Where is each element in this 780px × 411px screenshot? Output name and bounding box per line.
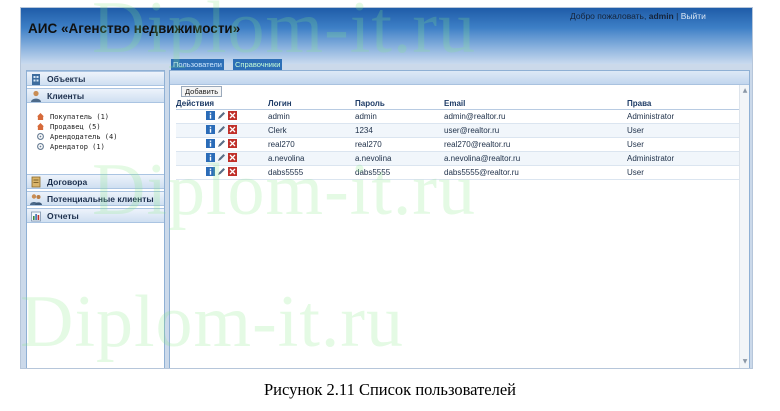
house-icon: [37, 123, 44, 130]
client-category-label: Покупатель (1): [50, 113, 110, 121]
person-icon: [31, 90, 41, 102]
welcome-separator: |: [676, 11, 679, 21]
app-screenshot: АИС «Агенство недвижимости» Добро пожало…: [20, 7, 753, 369]
cell-password: dabs5555: [355, 165, 444, 180]
client-category-label: Арендодатель (4): [50, 133, 118, 141]
edit-pencil-icon[interactable]: [217, 125, 226, 134]
edit-pencil-icon[interactable]: [217, 153, 226, 162]
cell-login: Clerk: [268, 123, 355, 138]
logout-link[interactable]: Выйти: [681, 11, 706, 21]
cell-login: real270: [268, 137, 355, 152]
cell-email: dabs5555@realtor.ru: [444, 165, 627, 180]
cell-login: a.nevolina: [268, 151, 355, 166]
client-category-buyer[interactable]: Покупатель (1): [37, 113, 109, 122]
sidebar-section-reports[interactable]: Отчеты: [27, 208, 164, 223]
app-title: АИС «Агенство недвижимости»: [28, 21, 241, 36]
cell-rights: User: [627, 165, 739, 180]
table-row: real270 real270 real270@realtor.ru User: [176, 137, 739, 152]
table-row: dabs5555 dabs5555 dabs5555@realtor.ru Us…: [176, 165, 739, 180]
table-row: Clerk 1234 user@realtor.ru User: [176, 123, 739, 138]
tab-references[interactable]: Справочники: [233, 59, 283, 70]
scroll-up-arrow-icon[interactable]: ▲: [742, 88, 748, 94]
edit-pencil-icon[interactable]: [217, 167, 226, 176]
delete-icon[interactable]: [228, 125, 237, 134]
app-header: АИС «Агенство недвижимости» Добро пожало…: [21, 8, 752, 64]
cell-password: a.nevolina: [355, 151, 444, 166]
sidebar-section-objects[interactable]: Объекты: [27, 71, 164, 86]
client-category-label: Продавец (5): [50, 123, 101, 131]
table-row: admin admin admin@realtor.ru Administrat…: [176, 109, 739, 124]
info-icon[interactable]: [206, 153, 215, 162]
column-header-password[interactable]: Пароль: [355, 98, 444, 110]
cell-rights: Administrator: [627, 151, 739, 166]
sidebar-section-contracts[interactable]: Договора: [27, 174, 164, 189]
sidebar-section-label: Объекты: [47, 74, 86, 84]
column-header-email[interactable]: Email: [444, 98, 627, 110]
report-icon: [31, 211, 41, 222]
delete-icon[interactable]: [228, 139, 237, 148]
building-icon: [32, 74, 40, 85]
cell-password: admin: [355, 109, 444, 124]
people-icon: [30, 194, 42, 205]
contract-icon: [31, 176, 41, 188]
table-header-row: Действия Логин Пароль Email Права: [176, 98, 739, 110]
info-icon[interactable]: [206, 167, 215, 176]
info-icon[interactable]: [206, 125, 215, 134]
column-header-login[interactable]: Логин: [268, 98, 355, 110]
users-panel: Добавить Действия Логин Пароль Email Пра…: [169, 70, 750, 368]
edit-pencil-icon[interactable]: [217, 139, 226, 148]
tab-users[interactable]: Пользователи: [171, 59, 224, 70]
row-actions: [176, 151, 268, 166]
add-user-button[interactable]: Добавить: [181, 86, 223, 97]
cell-rights: User: [627, 137, 739, 152]
row-actions: [176, 137, 268, 152]
key-icon: [37, 143, 44, 150]
cell-email: user@realtor.ru: [444, 123, 627, 138]
cell-password: real270: [355, 137, 444, 152]
delete-icon[interactable]: [228, 153, 237, 162]
scroll-down-arrow-icon[interactable]: ▼: [742, 359, 748, 365]
client-category-seller[interactable]: Продавец (5): [37, 123, 101, 132]
row-actions: [176, 165, 268, 180]
info-icon[interactable]: [206, 139, 215, 148]
cell-rights: Administrator: [627, 109, 739, 124]
panel-toolbar: [170, 71, 749, 85]
sidebar-section-label: Потенциальные клиенты: [47, 194, 154, 204]
client-category-landlord[interactable]: Арендодатель (4): [37, 133, 117, 142]
cell-login: dabs5555: [268, 165, 355, 180]
key-icon: [37, 133, 44, 140]
users-table: Действия Логин Пароль Email Права admin …: [176, 98, 739, 180]
column-header-rights[interactable]: Права: [627, 98, 739, 110]
sidebar-section-label: Клиенты: [47, 91, 85, 101]
row-actions: [176, 123, 268, 138]
column-header-actions: Действия: [176, 98, 268, 110]
figure-caption: Рисунок 2.11 Список пользователей: [263, 380, 517, 399]
cell-password: 1234: [355, 123, 444, 138]
welcome-bar: Добро пожаловать, admin | Выйти: [570, 11, 706, 21]
table-row: a.nevolina a.nevolina a.nevolina@realtor…: [176, 151, 739, 166]
cell-email: admin@realtor.ru: [444, 109, 627, 124]
sidebar: Объекты Клиенты Покупатель (1) Продавец …: [26, 70, 165, 368]
sidebar-section-label: Отчеты: [47, 211, 79, 221]
username: admin: [648, 11, 674, 21]
vertical-scrollbar[interactable]: ▲ ▼: [739, 85, 749, 368]
cell-rights: User: [627, 123, 739, 138]
cell-login: admin: [268, 109, 355, 124]
cell-email: real270@realtor.ru: [444, 137, 627, 152]
client-category-tenant[interactable]: Арендатор (1): [37, 143, 105, 152]
client-category-label: Арендатор (1): [50, 143, 105, 151]
delete-icon[interactable]: [228, 111, 237, 120]
edit-pencil-icon[interactable]: [217, 111, 226, 120]
row-actions: [176, 109, 268, 124]
sidebar-section-clients[interactable]: Клиенты: [27, 88, 164, 103]
sidebar-section-potential-clients[interactable]: Потенциальные клиенты: [27, 191, 164, 206]
info-icon[interactable]: [206, 111, 215, 120]
delete-icon[interactable]: [228, 167, 237, 176]
house-icon: [37, 113, 44, 120]
sidebar-section-label: Договора: [47, 177, 88, 187]
document-figure: АИС «Агенство недвижимости» Добро пожало…: [0, 0, 780, 411]
cell-email: a.nevolina@realtor.ru: [444, 151, 627, 166]
welcome-text: Добро пожаловать,: [570, 11, 647, 21]
